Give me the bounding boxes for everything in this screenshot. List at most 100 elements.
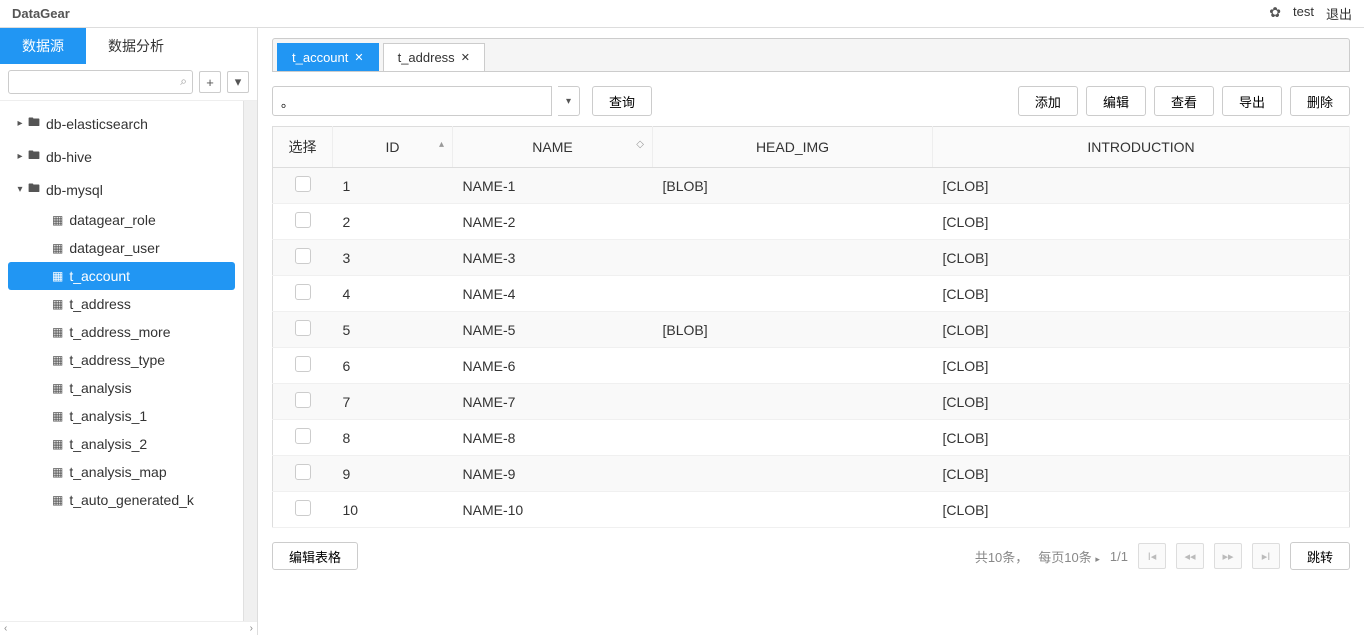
row-checkbox-cell <box>273 348 333 384</box>
table-row[interactable]: 9NAME-9[CLOB] <box>273 456 1350 492</box>
database-icon: 🖿 <box>28 113 40 134</box>
tree-node-t-auto-generated-k[interactable]: ▦t_auto_generated_k <box>4 486 239 514</box>
tree-node-label: t_address <box>69 296 130 312</box>
tree-node-t-analysis[interactable]: ▦t_analysis <box>4 374 239 402</box>
caret-right-icon[interactable]: ▸ <box>12 118 28 129</box>
pager-last-button[interactable]: ▸I <box>1252 543 1280 569</box>
username-label[interactable]: test <box>1293 4 1314 23</box>
row-checkbox-cell <box>273 492 333 528</box>
row-checkbox[interactable] <box>295 284 311 300</box>
row-checkbox[interactable] <box>295 356 311 372</box>
add-datasource-button[interactable]: + <box>199 71 221 93</box>
row-checkbox[interactable] <box>295 320 311 336</box>
tree-node-db-mysql[interactable]: ▾🖿db-mysql <box>4 173 239 206</box>
tree-node-label: t_auto_generated_k <box>69 492 194 508</box>
scroll-right-icon[interactable]: › <box>250 623 253 634</box>
cell-introduction: [CLOB] <box>933 492 1350 528</box>
page-indicator: 1/1 <box>1110 549 1128 564</box>
row-checkbox[interactable] <box>295 500 311 516</box>
col-head-img[interactable]: HEAD_IMG <box>653 127 933 168</box>
row-checkbox[interactable] <box>295 248 311 264</box>
query-button[interactable]: 查询 <box>592 86 652 116</box>
tree-node-t-account[interactable]: ▦t_account <box>8 262 235 290</box>
pagination: 共10条， 每页10条 ▸ 1/1 I◂ ◂◂ ▸▸ ▸I 跳转 <box>975 542 1350 570</box>
tree-node-db-elasticsearch[interactable]: ▸🖿db-elasticsearch <box>4 107 239 140</box>
more-options-button[interactable]: ▾ <box>227 71 249 93</box>
table-row[interactable]: 4NAME-4[CLOB] <box>273 276 1350 312</box>
close-icon[interactable]: ✕ <box>354 51 363 64</box>
cell-name: NAME-6 <box>453 348 653 384</box>
tree-node-db-hive[interactable]: ▸🖿db-hive <box>4 140 239 173</box>
row-checkbox[interactable] <box>295 428 311 444</box>
col-select[interactable]: 选择 <box>273 127 333 168</box>
database-icon: 🖿 <box>28 179 40 200</box>
table-row[interactable]: 1NAME-1[BLOB][CLOB] <box>273 168 1350 204</box>
edit-button[interactable]: 编辑 <box>1086 86 1146 116</box>
cell-id: 2 <box>333 204 453 240</box>
tree-node-t-analysis-1[interactable]: ▦t_analysis_1 <box>4 402 239 430</box>
add-button[interactable]: 添加 <box>1018 86 1078 116</box>
page-size-selector[interactable]: 每页10条 ▸ <box>1038 547 1100 566</box>
table-row[interactable]: 10NAME-10[CLOB] <box>273 492 1350 528</box>
tree-node-label: t_account <box>69 268 130 284</box>
cell-introduction: [CLOB] <box>933 456 1350 492</box>
pager-next-button[interactable]: ▸▸ <box>1214 543 1242 569</box>
tree-node-label: t_analysis_1 <box>69 408 147 424</box>
sort-asc-icon: ▴ <box>439 139 444 150</box>
scroll-left-icon[interactable]: ‹ <box>4 623 7 634</box>
table-row[interactable]: 3NAME-3[CLOB] <box>273 240 1350 276</box>
sidebar-horizontal-scroll[interactable]: ‹ › <box>0 621 257 635</box>
logout-link[interactable]: 退出 <box>1326 4 1352 23</box>
pager-jump-button[interactable]: 跳转 <box>1290 542 1350 570</box>
row-checkbox-cell <box>273 168 333 204</box>
tree-scrollbar[interactable] <box>243 101 257 621</box>
tree-node-t-address[interactable]: ▦t_address <box>4 290 239 318</box>
col-introduction[interactable]: INTRODUCTION <box>933 127 1350 168</box>
sidebar-search-row: ⌕ + ▾ <box>0 64 257 101</box>
data-tab-t-account[interactable]: t_account✕ <box>277 43 379 71</box>
tree-node-t-address-type[interactable]: ▦t_address_type <box>4 346 239 374</box>
col-name[interactable]: NAME◇ <box>453 127 653 168</box>
tree-node-label: t_address_more <box>69 324 170 340</box>
settings-icon[interactable]: ✿ <box>1269 4 1281 23</box>
row-checkbox[interactable] <box>295 392 311 408</box>
close-icon[interactable]: ✕ <box>461 51 470 64</box>
tree-node-label: t_analysis <box>69 380 131 396</box>
delete-button[interactable]: 删除 <box>1290 86 1350 116</box>
table-row[interactable]: 6NAME-6[CLOB] <box>273 348 1350 384</box>
cell-head-img: [BLOB] <box>653 312 933 348</box>
sidebar-search-input[interactable] <box>8 70 193 94</box>
tree-node-t-address-more[interactable]: ▦t_address_more <box>4 318 239 346</box>
row-checkbox-cell <box>273 456 333 492</box>
cell-id: 7 <box>333 384 453 420</box>
col-id[interactable]: ID▴ <box>333 127 453 168</box>
tab-analysis[interactable]: 数据分析 <box>86 28 186 64</box>
cell-name: NAME-1 <box>453 168 653 204</box>
edit-grid-button[interactable]: 编辑表格 <box>272 542 358 570</box>
tree-node-datagear-role[interactable]: ▦datagear_role <box>4 206 239 234</box>
table-row[interactable]: 7NAME-7[CLOB] <box>273 384 1350 420</box>
query-dropdown-button[interactable]: ▾ <box>558 86 580 116</box>
row-checkbox-cell <box>273 276 333 312</box>
export-button[interactable]: 导出 <box>1222 86 1282 116</box>
pager-first-button[interactable]: I◂ <box>1138 543 1166 569</box>
row-checkbox[interactable] <box>295 212 311 228</box>
tree-node-label: t_address_type <box>69 352 165 368</box>
view-button[interactable]: 查看 <box>1154 86 1214 116</box>
data-tab-t-address[interactable]: t_address✕ <box>383 43 485 71</box>
search-icon[interactable]: ⌕ <box>180 74 187 89</box>
app-header: DataGear ✿ test 退出 <box>0 0 1364 28</box>
tree-node-t-analysis-2[interactable]: ▦t_analysis_2 <box>4 430 239 458</box>
query-input[interactable] <box>272 86 552 116</box>
pager-prev-button[interactable]: ◂◂ <box>1176 543 1204 569</box>
row-checkbox[interactable] <box>295 176 311 192</box>
table-row[interactable]: 8NAME-8[CLOB] <box>273 420 1350 456</box>
tree-node-datagear-user[interactable]: ▦datagear_user <box>4 234 239 262</box>
table-row[interactable]: 2NAME-2[CLOB] <box>273 204 1350 240</box>
tab-datasource[interactable]: 数据源 <box>0 28 86 64</box>
tree-node-t-analysis-map[interactable]: ▦t_analysis_map <box>4 458 239 486</box>
table-row[interactable]: 5NAME-5[BLOB][CLOB] <box>273 312 1350 348</box>
row-checkbox[interactable] <box>295 464 311 480</box>
caret-right-icon[interactable]: ▸ <box>12 151 28 162</box>
caret-down-icon[interactable]: ▾ <box>12 184 28 195</box>
